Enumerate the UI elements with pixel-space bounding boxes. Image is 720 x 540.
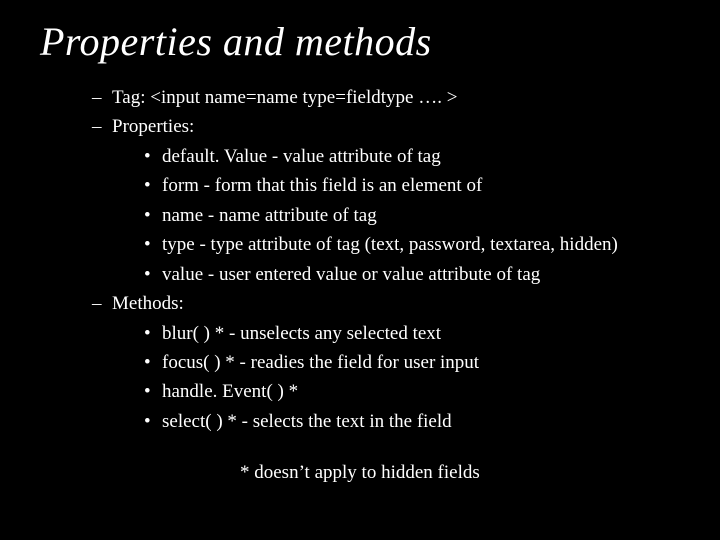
method-2-text: handle. Event( ) * (162, 381, 298, 402)
item-tag: –Tag: <input name=name type=fieldtype ….… (92, 83, 690, 112)
item-methods-header-text: Methods: (112, 293, 184, 314)
method-2: •handle. Event( ) * (144, 377, 690, 406)
prop-0-text: default. Value - value attribute of tag (162, 146, 441, 167)
method-1-text: focus( ) * - readies the field for user … (162, 352, 479, 373)
prop-3: •type - type attribute of tag (text, pas… (144, 230, 690, 259)
prop-3-text: type - type attribute of tag (text, pass… (162, 234, 618, 255)
item-props-header-text: Properties: (112, 116, 194, 137)
dash-bullet: – (92, 112, 112, 141)
slide: Properties and methods –Tag: <input name… (0, 0, 720, 540)
dash-bullet: – (92, 83, 112, 112)
prop-1: •form - form that this field is an eleme… (144, 171, 690, 200)
prop-2-text: name - name attribute of tag (162, 205, 377, 226)
slide-title: Properties and methods (40, 18, 690, 65)
dot-bullet: • (144, 142, 162, 171)
prop-1-text: form - form that this field is an elemen… (162, 175, 482, 196)
method-0: •blur( ) * - unselects any selected text (144, 319, 690, 348)
dot-bullet: • (144, 407, 162, 436)
footnote: * doesn’t apply to hidden fields (240, 458, 690, 487)
dot-bullet: • (144, 260, 162, 289)
dash-bullet: – (92, 289, 112, 318)
method-1: •focus( ) * - readies the field for user… (144, 348, 690, 377)
dot-bullet: • (144, 230, 162, 259)
prop-4-text: value - user entered value or value attr… (162, 264, 540, 285)
method-3: •select( ) * - selects the text in the f… (144, 407, 690, 436)
dot-bullet: • (144, 171, 162, 200)
prop-2: •name - name attribute of tag (144, 201, 690, 230)
item-tag-text: Tag: <input name=name type=fieldtype …. … (112, 87, 457, 108)
dot-bullet: • (144, 319, 162, 348)
item-methods-header: –Methods: (92, 289, 690, 318)
dot-bullet: • (144, 348, 162, 377)
prop-0: •default. Value - value attribute of tag (144, 142, 690, 171)
dot-bullet: • (144, 201, 162, 230)
prop-4: •value - user entered value or value att… (144, 260, 690, 289)
item-props-header: –Properties: (92, 112, 690, 141)
method-3-text: select( ) * - selects the text in the fi… (162, 411, 452, 432)
method-0-text: blur( ) * - unselects any selected text (162, 323, 441, 344)
dot-bullet: • (144, 377, 162, 406)
slide-body: –Tag: <input name=name type=fieldtype ….… (40, 83, 690, 488)
